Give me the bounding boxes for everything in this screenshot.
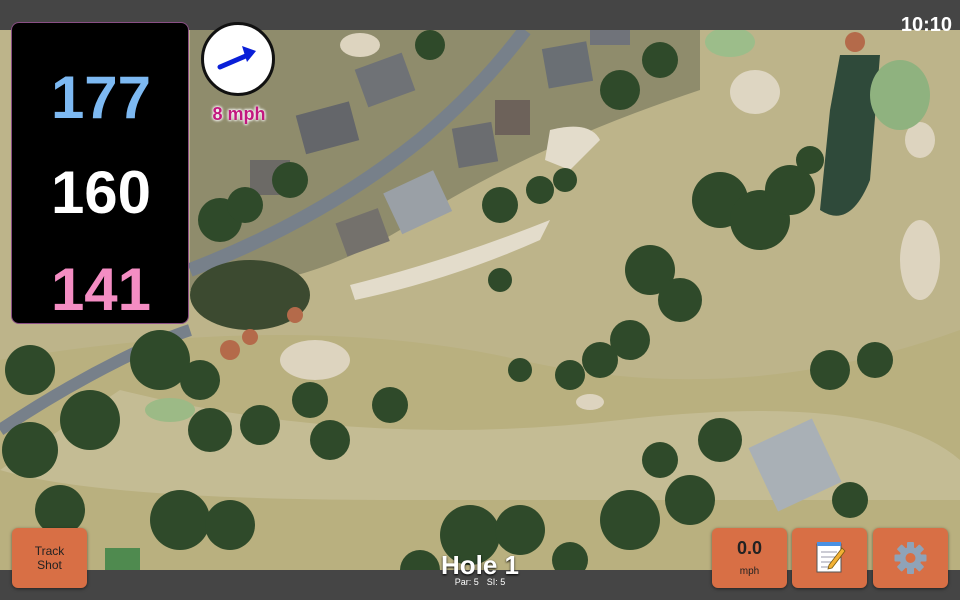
hole-info: Par: 5 SI: 5 <box>380 577 580 587</box>
track-shot-label-line2: Shot <box>37 558 62 572</box>
wind-speed-button[interactable]: 0.0 mph <box>712 528 787 588</box>
middle-distance: 160 <box>50 159 152 226</box>
wind-speed-label: 8 mph <box>212 104 266 124</box>
track-shot-button[interactable]: Track Shot <box>12 528 87 588</box>
back-distance: 177 <box>50 64 152 131</box>
hole-par: Par: 5 <box>454 577 479 587</box>
wind-arrow-icon <box>217 46 256 70</box>
track-shot-label-line1: Track <box>34 544 65 558</box>
distance-panel: 177 160 141 <box>11 22 189 324</box>
gear-icon <box>894 542 927 574</box>
wind-speed-value: 0.0 <box>736 538 763 558</box>
settings-button[interactable] <box>873 528 948 588</box>
notes-button[interactable] <box>792 528 867 588</box>
hole-stroke-index: SI: 5 <box>486 577 506 587</box>
wind-direction-compass <box>201 22 275 96</box>
clock: 10:10 <box>900 14 952 36</box>
front-distance: 141 <box>50 256 152 323</box>
notepad-icon <box>816 542 846 573</box>
wind-speed-unit: mph <box>739 566 760 577</box>
